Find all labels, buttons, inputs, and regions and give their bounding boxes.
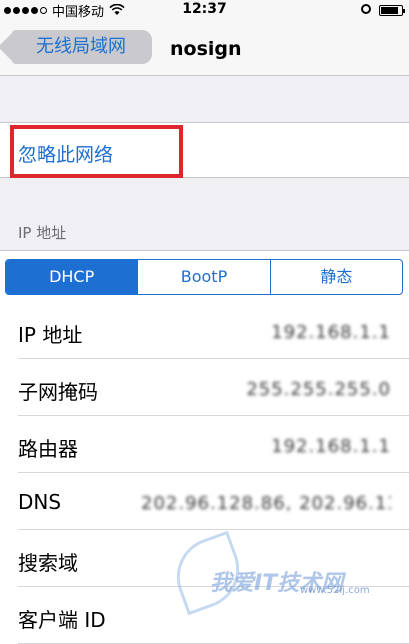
row-label: 路由器	[18, 437, 78, 461]
page-title: nosign	[170, 38, 242, 60]
wifi-icon	[109, 4, 125, 15]
highlight-box	[10, 125, 183, 178]
status-bar: 中国移动 12:37	[0, 0, 409, 20]
row-value: 192.168.1.1	[271, 436, 391, 457]
router-row: 路由器 192.168.1.1	[0, 416, 409, 473]
row-label: IP 地址	[18, 323, 83, 347]
row-value: 255.255.255.0	[246, 379, 391, 400]
ip-mode-segmented-control[interactable]: DHCP BootP 静态	[5, 259, 403, 295]
back-button-label: 无线局域网	[36, 36, 126, 57]
alarm-icon	[361, 4, 371, 14]
row-value: 192.168.1.1	[271, 322, 391, 343]
row-label: DNS	[18, 490, 62, 514]
segment-bootp[interactable]: BootP	[137, 260, 269, 294]
ip-mode-area: DHCP BootP 静态	[0, 250, 409, 302]
ip-section-header: IP 地址	[18, 224, 67, 242]
segment-static[interactable]: 静态	[269, 260, 402, 294]
carrier-name: 中国移动	[52, 4, 105, 20]
segment-dhcp[interactable]: DHCP	[6, 260, 138, 294]
row-value: 202.96.128.86, 202.96.134.133	[141, 493, 391, 514]
subnet-mask-row: 子网掩码 255.255.255.0	[0, 359, 409, 416]
row-label: 搜索域	[18, 551, 78, 575]
navigation-bar: 无线局域网 nosign	[0, 20, 409, 76]
battery-icon	[379, 5, 405, 16]
ip-address-row: IP 地址 192.168.1.1	[0, 302, 409, 359]
dns-row[interactable]: DNS 202.96.128.86, 202.96.134.133	[0, 473, 409, 530]
row-label: 子网掩码	[18, 380, 98, 404]
watermark-url: www.52ij.com	[300, 585, 370, 596]
signal-strength-icon	[4, 6, 47, 14]
row-label: 客户端 ID	[18, 608, 106, 632]
back-button[interactable]: 无线局域网	[12, 30, 152, 64]
